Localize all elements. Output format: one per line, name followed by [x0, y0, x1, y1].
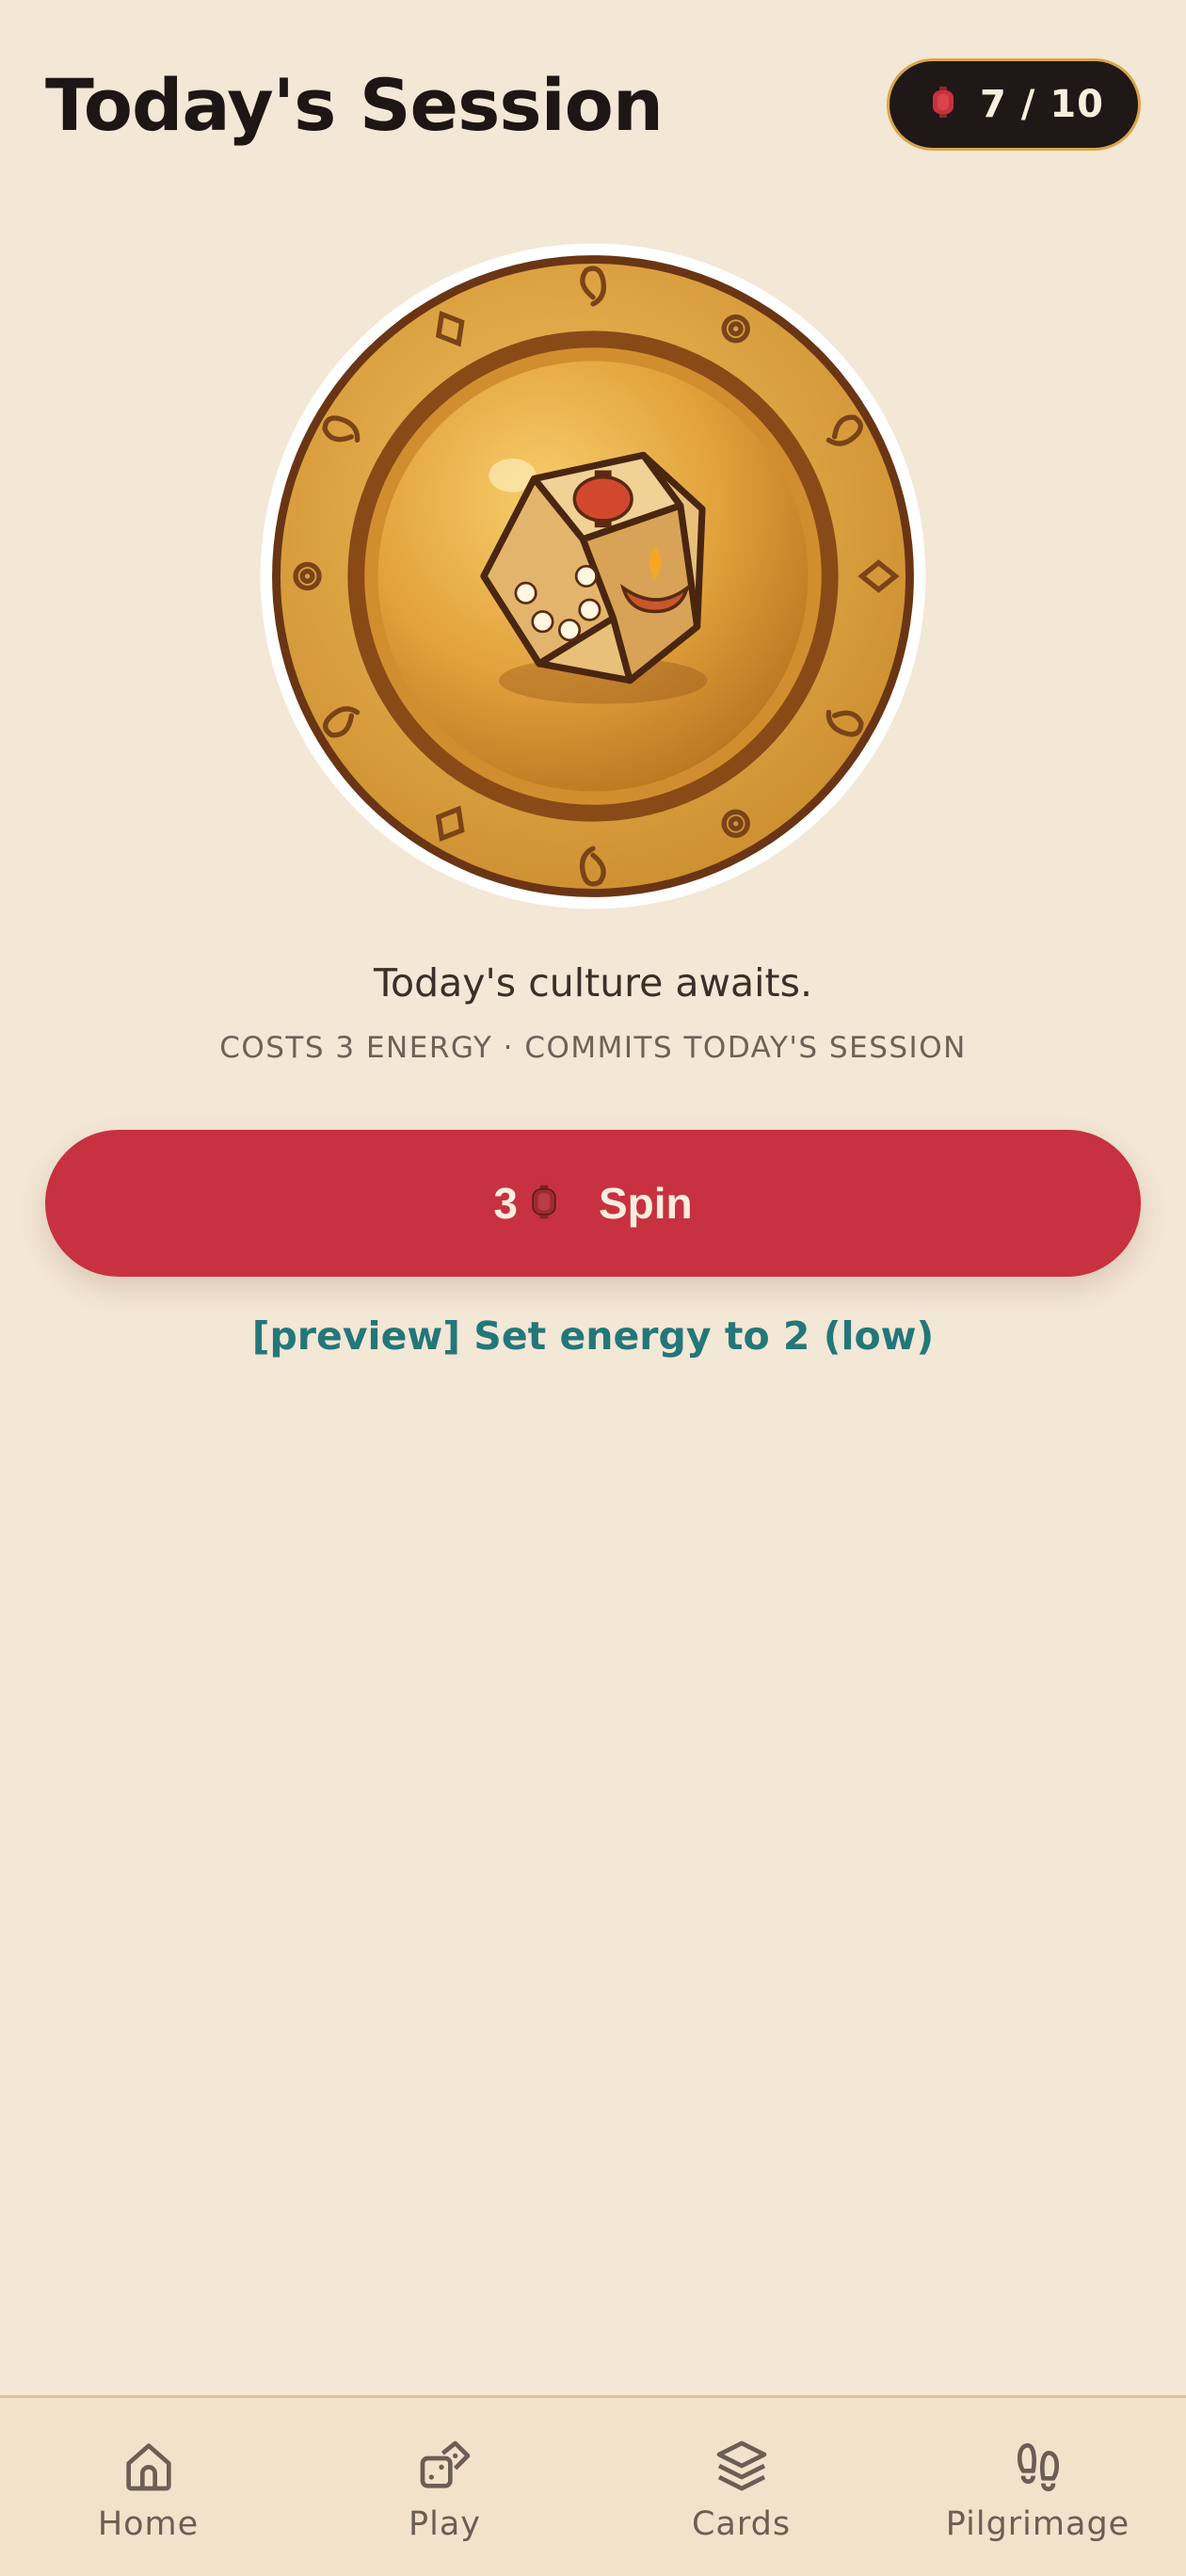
cost-subcaption: COSTS 3 ENERGY · COMMITS TODAY'S SESSION	[219, 1031, 967, 1065]
spin-cost: 3	[493, 1179, 518, 1228]
nav-item-home[interactable]: Home	[0, 2398, 296, 2576]
nav-item-cards[interactable]: Cards	[593, 2398, 890, 2576]
home-icon	[125, 2443, 171, 2491]
culture-caption: Today's culture awaits.	[373, 960, 813, 1006]
layers-icon	[716, 2440, 766, 2491]
dice-medallion[interactable]	[257, 240, 929, 912]
nav-item-pilgrimage[interactable]: Pilgrimage	[890, 2398, 1186, 2576]
lantern-icon	[931, 87, 955, 122]
energy-count: 7 / 10	[980, 83, 1104, 126]
nav-item-play[interactable]: Play	[296, 2398, 593, 2576]
header: Today's Session 7 / 10	[45, 53, 1141, 156]
dice-icon	[420, 2440, 470, 2488]
energy-badge[interactable]: 7 / 10	[887, 58, 1141, 151]
nav-label-pilgrimage: Pilgrimage	[945, 2505, 1130, 2543]
preview-set-energy-link[interactable]: [preview] Set energy to 2 (low)	[0, 1313, 1186, 1359]
dice-medallion-icon	[260, 243, 926, 910]
spin-label: Spin	[598, 1179, 693, 1228]
nav-label-home: Home	[97, 2505, 200, 2543]
lantern-icon	[531, 1184, 557, 1223]
bottom-nav: Home Play Cards Pilgrimage	[0, 2395, 1186, 2576]
footprints-icon	[1017, 2443, 1059, 2491]
nav-label-play: Play	[409, 2505, 481, 2543]
spin-button[interactable]: 3 Spin	[45, 1130, 1141, 1277]
nav-label-cards: Cards	[691, 2505, 792, 2543]
page-title: Today's Session	[45, 62, 664, 147]
